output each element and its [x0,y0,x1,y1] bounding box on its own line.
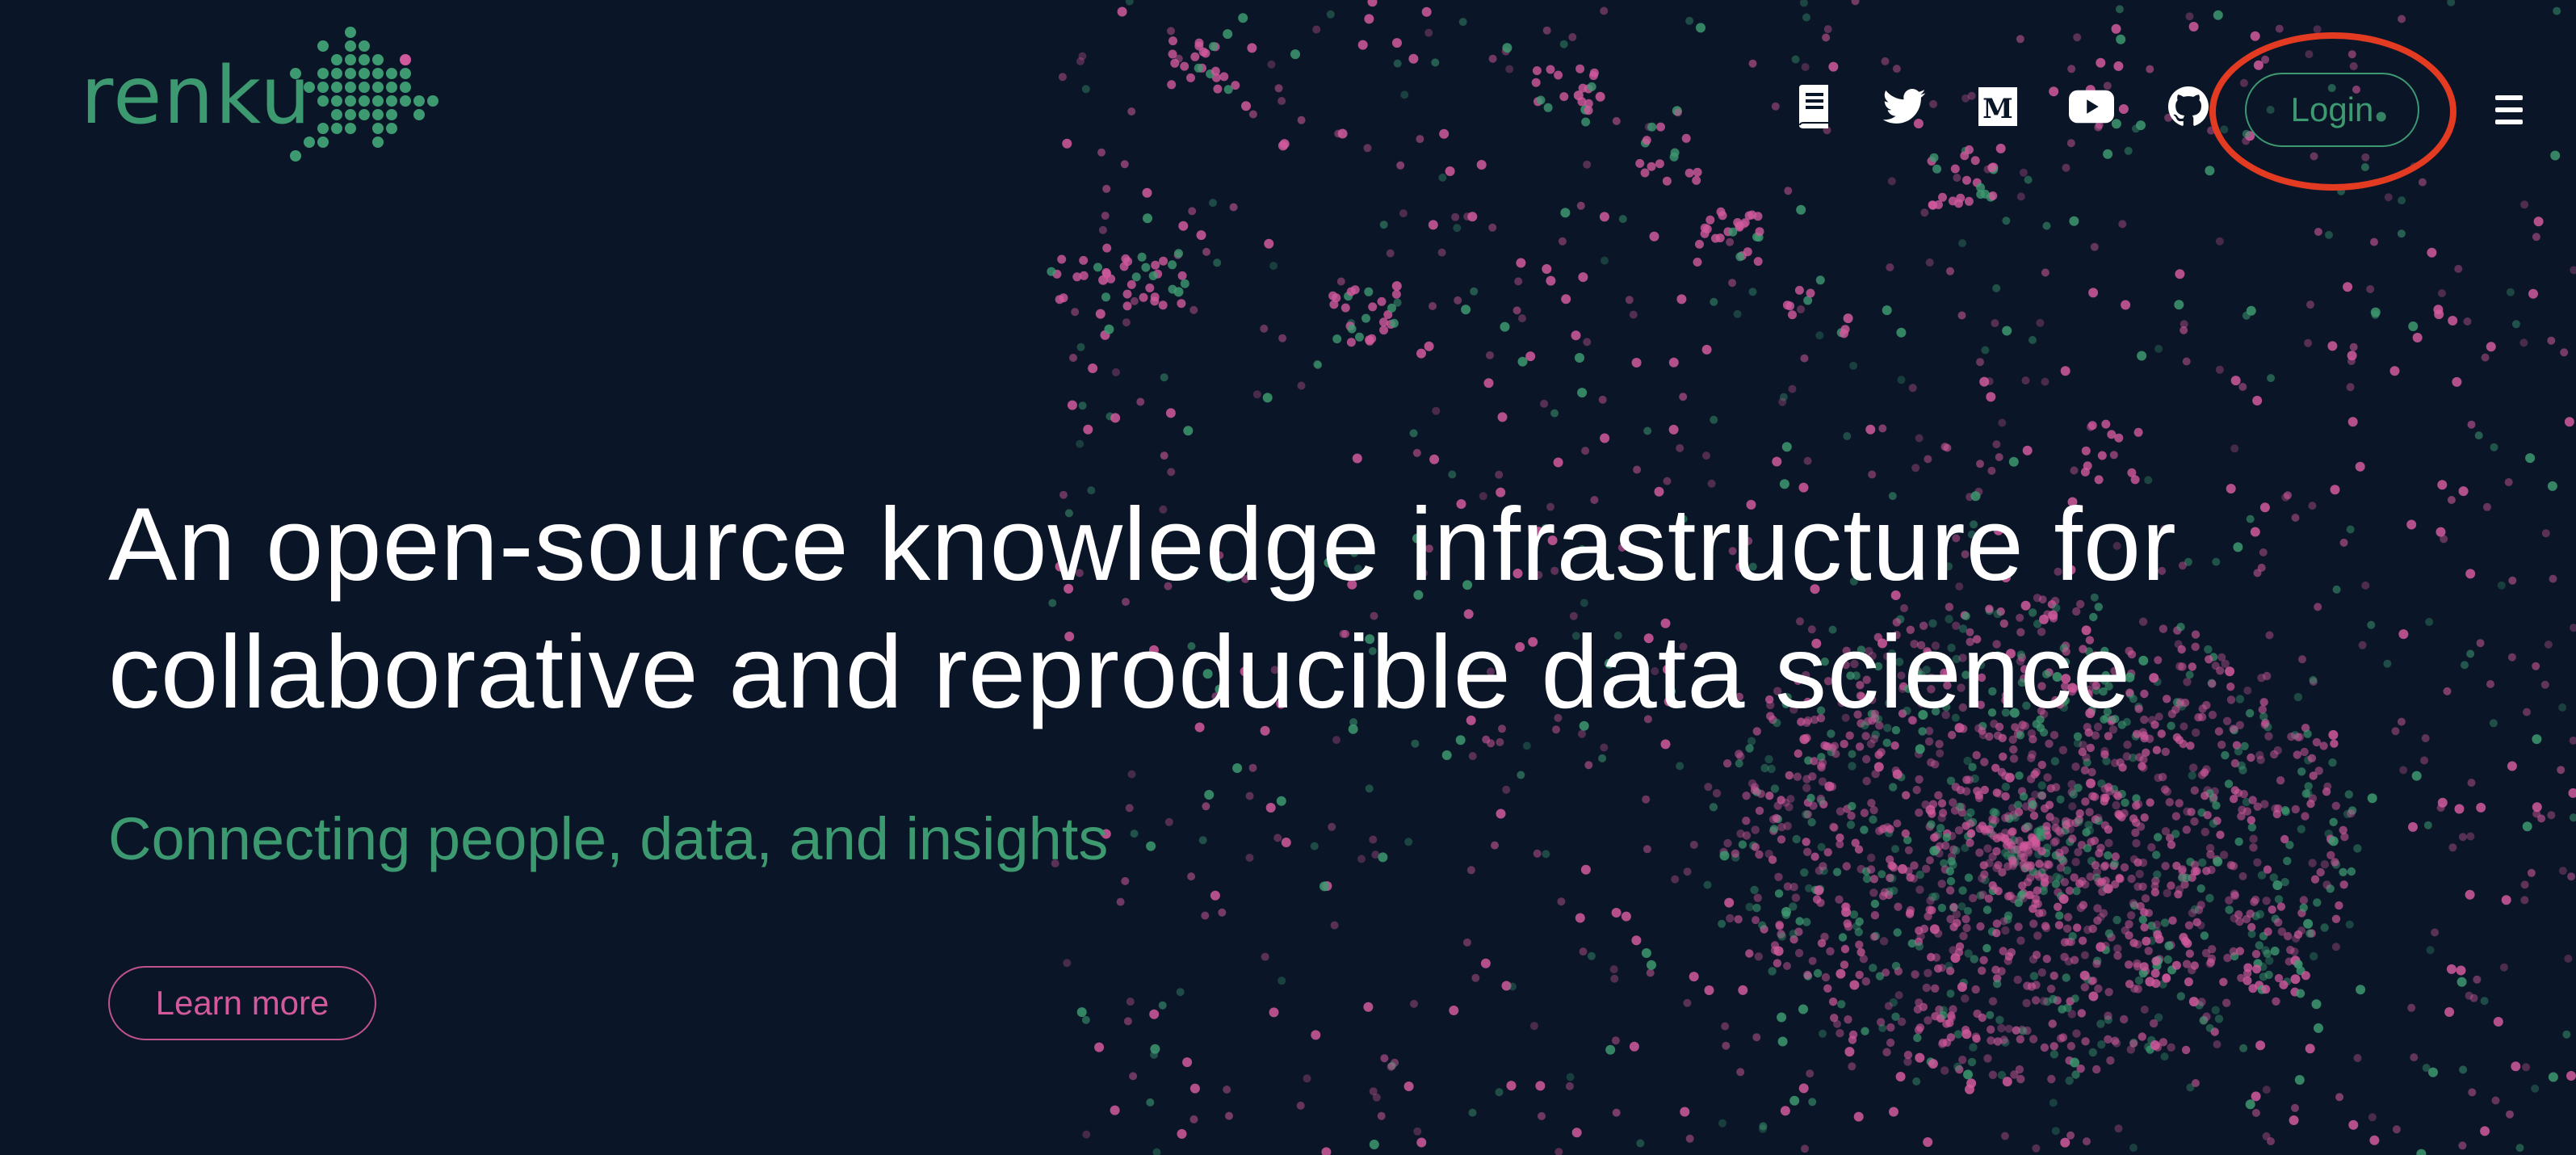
logo-wordmark: renku [81,50,313,142]
hero-title: An open-source knowledge infrastructure … [108,481,2450,737]
hero-subtitle: Connecting people, data, and insights [108,805,1109,872]
book-icon[interactable] [1791,84,1836,129]
logo-frog-icon [290,27,438,162]
login-button[interactable]: Login [2245,73,2419,147]
medium-icon[interactable]: M [1975,84,2020,129]
landing-page: renku M Login An open-source knowledge i… [0,0,2576,1155]
renku-logo[interactable]: renku [81,23,444,168]
learn-more-button[interactable]: Learn more [108,966,376,1040]
twitter-icon[interactable] [1882,84,1927,129]
hero-title-line-1: An open-source knowledge infrastructure … [108,487,2177,603]
youtube-icon[interactable] [2069,84,2114,129]
svg-text:M: M [1982,93,2013,125]
hamburger-menu-icon[interactable] [2490,92,2528,128]
hero-title-line-2: collaborative and reproducible data scie… [108,615,2131,730]
github-icon[interactable] [2166,84,2211,129]
